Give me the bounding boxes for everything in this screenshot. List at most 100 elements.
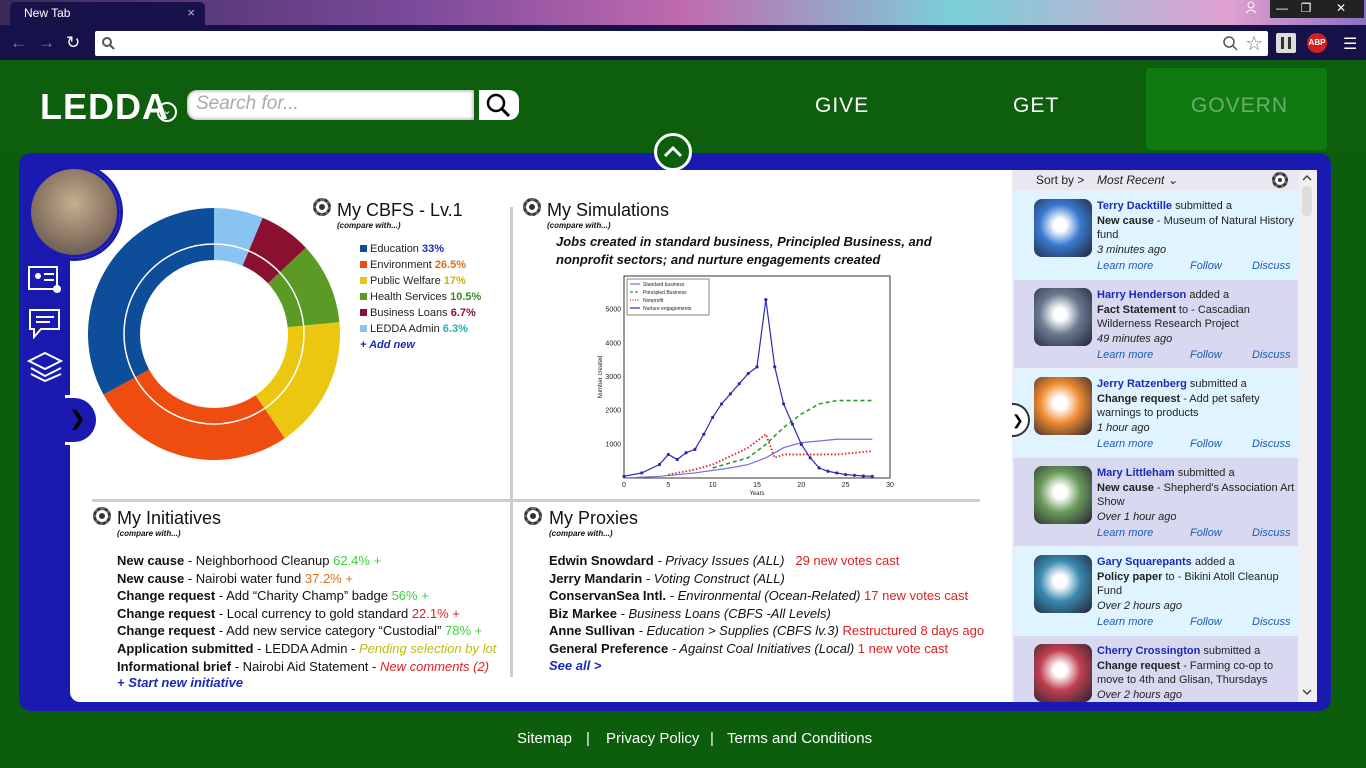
legend-item: Business Loans 6.7% [360,305,481,321]
feed-item[interactable]: Mary Littleham submitted a New cause - Sh… [1014,458,1298,546]
education-icon[interactable] [26,350,64,383]
initiatives-list: New cause - Neighborhood Cleanup 62.4% +… [117,552,496,675]
zoom-icon[interactable] [1222,35,1238,51]
feed-user-link[interactable]: Mary Littleham [1097,467,1175,479]
settings-gear-icon[interactable] [93,507,111,525]
footer-sitemap-link[interactable]: Sitemap [517,730,572,747]
feed-settings-gear-icon[interactable] [1272,172,1288,188]
x-tick-label: 15 [753,482,761,489]
proxy-item[interactable]: General Preference - Against Coal Initia… [549,640,984,658]
chevron-down-icon[interactable]: ⌄ [157,102,177,122]
initiative-item[interactable]: Informational brief - Nairobi Aid Statem… [117,658,496,676]
feed-user-link[interactable]: Cherry Crossington [1097,645,1200,657]
discuss-link[interactable]: Discuss [1252,615,1291,630]
search-button[interactable] [479,90,519,120]
messages-icon[interactable] [27,307,63,340]
footer-privacy-link[interactable]: Privacy Policy [606,730,699,747]
feed-item[interactable]: Cherry Crossington submitted a Change req… [1014,636,1298,702]
discuss-link[interactable]: Discuss [1252,259,1291,274]
follow-link[interactable]: Follow [1190,615,1222,630]
feed-item[interactable]: Gary Squarepants added a Policy paper to … [1014,547,1298,635]
proxy-item[interactable]: Edwin Snowdard - Privacy Issues (ALL) 29… [549,552,984,570]
collapse-header-button[interactable] [654,133,692,171]
learn-more-link[interactable]: Learn more [1097,526,1153,541]
discuss-link[interactable]: Discuss [1252,437,1291,452]
chart-legend-label: Nurture engagements [643,306,692,312]
discuss-link[interactable]: Discuss [1252,526,1291,541]
close-window-button[interactable]: ✕ [1318,0,1364,18]
legend-swatch [360,325,367,332]
initiative-item[interactable]: Change request - Local currency to gold … [117,605,496,623]
proxies-compare-link[interactable]: (compare with...) [549,529,613,538]
feed-user-link[interactable]: Terry Dacktille [1097,200,1172,212]
settings-gear-icon[interactable] [313,198,331,216]
y-axis-label: Number created [598,355,604,398]
tab-close-icon[interactable]: × [187,5,195,20]
maximize-button[interactable]: ❐ [1294,0,1318,18]
back-arrow-icon[interactable]: ← [10,33,27,53]
cbfs-compare-link[interactable]: (compare with...) [337,221,401,230]
feed-item-type: Change request [1097,392,1181,405]
data-point [852,473,857,477]
see-all-proxies-link[interactable]: See all > [549,658,601,673]
chevron-right-icon: ❯ [1012,412,1024,428]
reload-icon[interactable]: ↻ [66,33,80,53]
feed-item[interactable]: Harry Henderson added a Fact Statement to… [1014,280,1298,368]
search-input[interactable]: Search for... [187,90,474,120]
feed-user-link[interactable]: Jerry Ratzenberg [1097,378,1187,390]
browser-tab-strip: New Tab × — ❐ ✕ [0,0,1366,25]
initiative-item[interactable]: New cause - Nairobi water fund 37.2% + [117,570,496,588]
feed-item-type: Policy paper [1097,570,1163,583]
feed-scrollbar[interactable] [1299,172,1315,700]
proxy-item[interactable]: Anne Sullivan - Education > Supplies (CB… [549,622,984,640]
start-new-initiative-link[interactable]: + Start new initiative [117,675,243,690]
nav-get[interactable]: GET [1013,94,1059,118]
sort-select[interactable]: Most Recent ⌄ [1097,173,1178,187]
follow-link[interactable]: Follow [1190,437,1222,452]
proxy-scope: - Privacy Issues (ALL) [653,553,785,568]
profile-settings-icon[interactable] [27,265,63,295]
follow-link[interactable]: Follow [1190,259,1222,274]
proxy-item[interactable]: Jerry Mandarin - Voting Construct (ALL) [549,570,984,588]
discuss-link[interactable]: Discuss [1252,348,1291,363]
nav-give[interactable]: GIVE [815,94,869,118]
learn-more-link[interactable]: Learn more [1097,348,1153,363]
proxy-name: Jerry Mandarin [549,570,643,586]
feed-item[interactable]: Jerry Ratzenberg submitted a Change reque… [1014,369,1298,457]
learn-more-link[interactable]: Learn more [1097,259,1153,274]
data-point [746,372,750,376]
initiative-item[interactable]: Application submitted - LEDDA Admin - Pe… [117,640,496,658]
feed-user-link[interactable]: Harry Henderson [1097,289,1186,301]
browser-tab[interactable]: New Tab × [10,2,205,25]
follow-link[interactable]: Follow [1190,526,1222,541]
adblock-icon[interactable]: ABP [1307,33,1327,53]
footer-terms-link[interactable]: Terms and Conditions [727,730,872,747]
follow-link[interactable]: Follow [1190,348,1222,363]
cbfs-title: My CBFS - Lv.1 [337,200,463,220]
site-logo[interactable]: LEDDA [40,86,169,128]
feed-item-type: New cause [1097,214,1154,227]
menu-icon[interactable]: ☰ [1343,34,1357,54]
proxy-item[interactable]: Biz Markee - Business Loans (CBFS -All L… [549,605,984,623]
forward-arrow-icon[interactable]: → [38,33,55,53]
nav-govern[interactable]: GOVERN [1191,94,1288,118]
initiative-item[interactable]: New cause - Neighborhood Cleanup 62.4% + [117,552,496,570]
data-point [675,457,679,462]
minimize-button[interactable]: — [1270,0,1294,18]
learn-more-link[interactable]: Learn more [1097,437,1153,452]
simulations-compare-link[interactable]: (compare with...) [547,221,611,230]
add-new-category-link[interactable]: + Add new [360,339,415,351]
initiative-item[interactable]: Change request - Add new service categor… [117,622,496,640]
initiatives-compare-link[interactable]: (compare with...) [117,529,181,538]
settings-gear-icon[interactable] [524,507,542,525]
settings-gear-icon[interactable] [523,198,541,216]
proxy-item[interactable]: ConservanSea Intl. - Environmental (Ocea… [549,587,984,605]
feed-user-link[interactable]: Gary Squarepants [1097,556,1192,568]
initiative-item[interactable]: Change request - Add “Charity Champ” bad… [117,587,496,605]
learn-more-link[interactable]: Learn more [1097,615,1153,630]
feed-item[interactable]: Terry Dacktille submitted a New cause - M… [1014,191,1298,279]
user-icon[interactable] [1239,0,1263,18]
extension-pause-icon[interactable] [1276,33,1296,53]
bookmark-star-icon[interactable]: ☆ [1245,31,1263,56]
address-bar[interactable]: ☆ [95,31,1268,56]
